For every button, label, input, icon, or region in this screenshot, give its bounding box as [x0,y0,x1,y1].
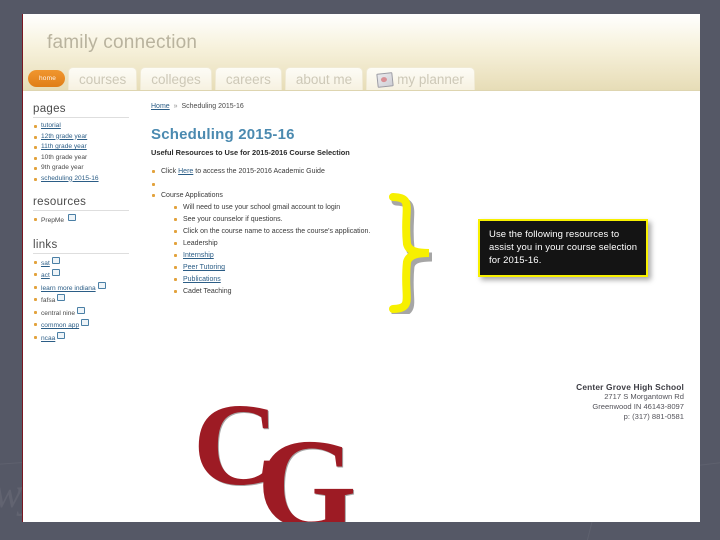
sidebar-link[interactable]: scheduling 2015-16 [41,175,99,182]
sidebar-item-fafsa[interactable]: fafsa [33,294,129,307]
page-subtitle: Useful Resources to Use for 2015-2016 Co… [151,148,350,157]
sidebar-item-act[interactable]: act [33,269,129,282]
nav-tab-label: courses [79,72,127,87]
sidebar-link[interactable]: 11th grade year [41,143,87,150]
sidebar-item-sat[interactable]: sat [33,256,129,270]
logo-letter-g: G [257,413,357,522]
sidebar-list-pages: tutorial 12th grade year 11th grade year… [33,121,129,184]
breadcrumb-current: Scheduling 2015-16 [181,103,244,110]
list-item-cadet-teaching: Cadet Teaching [173,286,686,298]
sidebar-list-resources: PrepMe [33,214,129,227]
course-applications-label: Course Applications [161,192,223,199]
sidebar-heading-links: links [33,239,129,254]
nav-tab-careers[interactable]: careers [214,67,282,91]
sidebar-link[interactable]: learn more indiana [41,285,96,292]
sidebar-item-ncaa[interactable]: ncaa [33,331,129,345]
sidebar-item-prepme[interactable]: PrepMe [33,214,129,227]
sub-item-link[interactable]: Internship [183,252,214,259]
site-header: family connection home courses colleges … [23,14,700,91]
academic-guide-link[interactable]: Here [178,168,193,175]
sidebar-list-links: sat act learn more indiana fafsa central… [33,256,129,345]
nav-tab-colleges[interactable]: colleges [140,67,212,91]
sidebar-item-central-nine[interactable]: central nine [33,306,129,320]
school-info: Center Grove High School 2717 S Morganto… [576,382,684,422]
nav-divider [23,90,700,91]
sidebar-item-12th-grade-year[interactable]: 12th grade year [33,132,129,143]
breadcrumb-separator: » [173,103,178,110]
breadcrumb: Home » Scheduling 2015-16 [151,103,686,110]
sub-item-label: Will need to use your school gmail accou… [183,204,341,211]
nav-tab-label: about me [295,72,353,87]
sidebar-link[interactable]: act [41,272,50,279]
callout-box: Use the following resources to assist yo… [478,219,648,277]
sidebar-item-common-app[interactable]: common app [33,319,129,332]
academic-guide-pre-text: Click [161,168,179,175]
sidebar-item-scheduling-2015-16[interactable]: scheduling 2015-16 [33,174,129,185]
sidebar-item-tutorial[interactable]: tutorial [33,121,129,132]
school-address-line-2: Greenwood IN 46143-8097 [592,402,684,411]
planner-icon [376,71,394,88]
nav-tab-home[interactable]: home [28,70,65,87]
external-link-icon [57,294,66,301]
list-item-academic-guide: Click Here to access the 2015-2016 Acade… [151,166,686,178]
sidebar-link[interactable]: 9th grade year [41,164,84,171]
nav-tab-label: my planner [397,72,464,87]
nav-tab-courses[interactable]: courses [68,67,138,91]
sidebar-link[interactable]: tutorial [41,122,61,129]
sidebar-heading-resources: resources [33,196,129,211]
nav-tab-about-me[interactable]: about me [284,67,364,91]
external-link-icon [81,319,90,326]
nav-tab-my-planner[interactable]: my planner [366,67,475,91]
sidebar-link[interactable]: fafsa [41,297,55,304]
page-body: pages tutorial 12th grade year 11th grad… [23,91,700,344]
sidebar-heading-pages: pages [33,103,129,118]
school-logo: C G [191,386,401,523]
sidebar-link[interactable]: central nine [41,310,75,317]
school-phone: p: (317) 881-0581 [623,412,684,421]
nav-tab-label: colleges [151,72,201,87]
site-title: family connection [47,32,198,53]
nav-tab-label: careers [225,72,271,87]
external-link-icon [97,281,106,289]
external-link-icon [51,256,60,264]
sidebar: pages tutorial 12th grade year 11th grad… [23,103,129,344]
sidebar-link[interactable]: 10th grade year [41,154,87,161]
main-navigation: home courses colleges careers about me m… [23,65,475,91]
external-link-icon [67,214,76,221]
school-name: Center Grove High School [576,382,684,392]
external-link-icon [77,306,86,314]
sub-item-label: Cadet Teaching [183,288,232,295]
sidebar-link[interactable]: sat [41,260,50,267]
sidebar-link[interactable]: ncaa [41,335,55,342]
sub-item-link[interactable]: Publications [183,276,221,283]
breadcrumb-home-link[interactable]: Home [151,103,170,110]
sub-item-label: See your counselor if questions. [183,216,283,223]
list-item-gmail-note: Will need to use your school gmail accou… [173,202,686,214]
sidebar-item-11th-grade-year[interactable]: 11th grade year [33,142,129,153]
sidebar-link[interactable]: common app [41,322,79,329]
sub-item-label: Leadership [183,240,218,247]
sidebar-link[interactable]: PrepMe [41,217,64,224]
school-address-line-1: 2717 S Morgantown Rd [604,392,684,401]
screenshot-plate: family connection home courses colleges … [22,14,700,522]
list-spacer [151,179,686,189]
slide-canvas: wy family connection home courses colleg… [0,0,720,540]
external-link-icon [51,269,60,276]
page-title: Scheduling 2015-16 [151,126,295,143]
sidebar-item-9th-grade-year[interactable]: 9th grade year [33,163,129,174]
sidebar-item-10th-grade-year[interactable]: 10th grade year [33,153,129,164]
external-link-icon [57,331,66,339]
sub-item-label: Click on the course name to access the c… [183,228,371,235]
academic-guide-post-text: to access the 2015-2016 Academic Guide [193,168,325,175]
sub-item-link[interactable]: Peer Tutoring [183,264,225,271]
sidebar-link[interactable]: 12th grade year [41,133,87,140]
callout-text: Use the following resources to assist yo… [489,229,638,266]
sidebar-item-learn-more-indiana[interactable]: learn more indiana [33,281,129,295]
